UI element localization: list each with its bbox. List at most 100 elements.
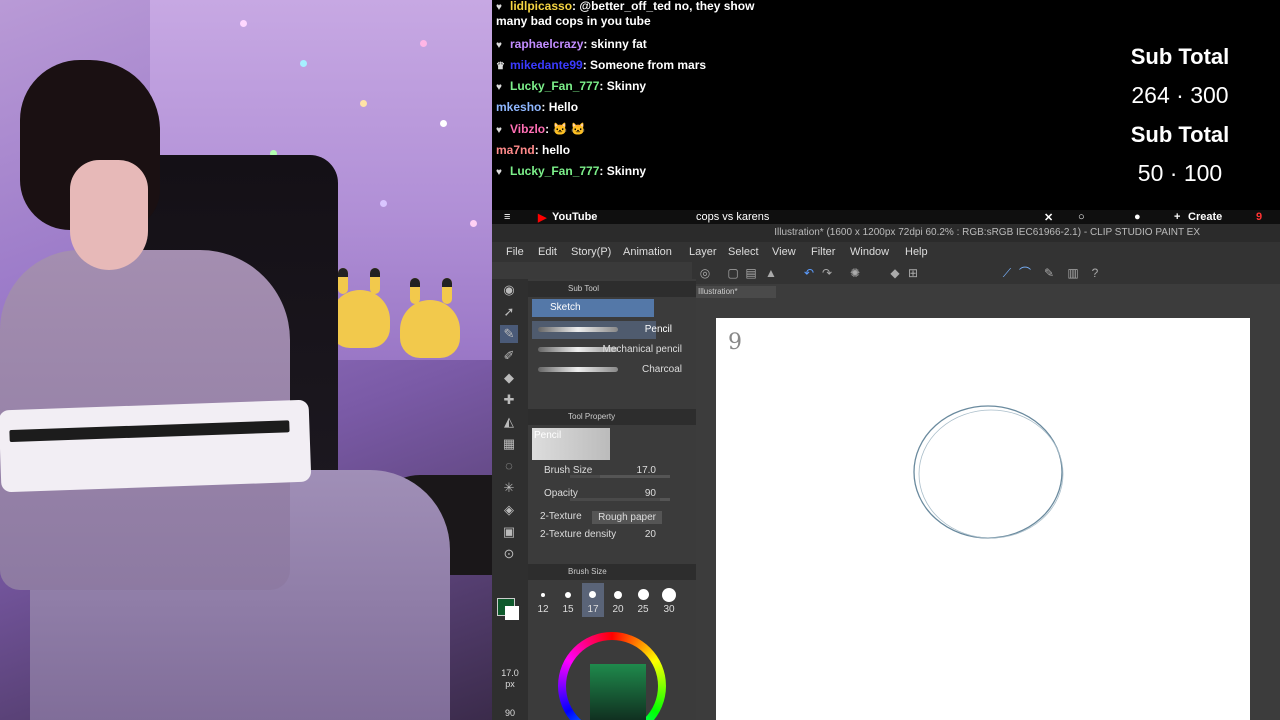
pen-pressure-icon[interactable]: ✎	[1042, 266, 1056, 280]
sub-tool-header: Sub Tool	[528, 281, 696, 297]
opacity-readout: 90	[504, 708, 515, 718]
menu-view[interactable]: View	[772, 246, 796, 258]
menu-select[interactable]: Select	[728, 246, 759, 258]
fairy-light	[300, 60, 307, 67]
fill-tool-icon[interactable]: ◭	[500, 413, 518, 431]
redo-icon[interactable]: ↷	[820, 266, 834, 280]
search-icon[interactable]: ○	[1078, 211, 1085, 223]
save-icon[interactable]: ▲	[764, 266, 778, 280]
size-label: 17	[587, 604, 599, 615]
menu-animation[interactable]: Animation	[623, 246, 672, 258]
menu-filter[interactable]: Filter	[811, 246, 835, 258]
fairy-light	[380, 200, 387, 207]
size-dot[interactable]	[541, 593, 545, 597]
youtube-logo-text[interactable]: YouTube	[552, 211, 597, 223]
chat-message: many bad cops in you tube	[496, 14, 651, 28]
help-icon[interactable]: ?	[1088, 266, 1102, 280]
document-tab[interactable]: Illustration*	[696, 286, 776, 298]
tool-property-header: Tool Property	[528, 409, 696, 425]
brush-size-row[interactable]: Brush Size 17.0	[528, 461, 696, 481]
tool-property-preview: Pencil	[532, 428, 610, 460]
command-bar: ◎ ▢ ▤ ▲ ↶ ↷ ✺ ◆ ⊞ ⟋ ⌒ ✎ ▥ ?	[692, 262, 1280, 284]
clipboard-icon[interactable]: ▥	[1066, 266, 1080, 280]
menu-story[interactable]: Story(P)	[571, 246, 611, 258]
open-file-icon[interactable]: ▤	[744, 266, 758, 280]
eraser-tool-icon[interactable]: ◆	[500, 369, 518, 387]
webcam-feed	[0, 0, 492, 720]
fill-icon[interactable]: ◆	[888, 266, 902, 280]
sub-total-value: 50 · 100	[1137, 160, 1223, 186]
tool-palette: ◉ ➚ ✎ ✐ ◆ ✚ ◭ ▦ ◌ ✳ ◈ ▣ ⊙ 17.0 px 90	[492, 279, 528, 720]
texture-density-row[interactable]: 2-Texture density 20	[528, 525, 696, 545]
menu-edit[interactable]: Edit	[538, 246, 557, 258]
brush-item-charcoal[interactable]: Charcoal	[532, 361, 682, 379]
menu-layer[interactable]: Layer	[689, 246, 717, 258]
drawing-canvas[interactable]: 9	[716, 318, 1250, 720]
auto-select-icon[interactable]: ✳	[500, 479, 518, 497]
create-icon[interactable]: +	[1174, 211, 1180, 223]
size-label: 30	[663, 604, 675, 615]
texture-row[interactable]: 2-Texture Rough paper	[528, 507, 696, 527]
menu-icon[interactable]: ≡	[504, 211, 510, 223]
sub-total-label: Sub Total	[1130, 44, 1230, 69]
loading-icon[interactable]: ✺	[848, 266, 862, 280]
brush-size-header: Brush Size	[528, 564, 696, 580]
brush-size-presets: 12 15 17 20 25 30	[528, 579, 696, 619]
brush-size-readout: 17.0	[501, 668, 519, 678]
ruler-snap-icon[interactable]: ⟋	[1000, 266, 1014, 280]
zoom-tool-icon[interactable]: ◉	[500, 281, 518, 299]
transform-icon[interactable]: ⊞	[906, 266, 920, 280]
size-label: 15	[562, 604, 574, 615]
clip-studio-window: Illustration* (1600 x 1200px 72dpi 60.2%…	[492, 224, 1280, 720]
fairy-light	[440, 120, 447, 127]
chat-message: ♥ lidlpicasso: @better_off_ted no, they s…	[496, 0, 755, 13]
mic-icon[interactable]: ●	[1134, 211, 1141, 223]
create-button[interactable]: Create	[1188, 211, 1222, 223]
sub-total-value: 264 · 300	[1131, 82, 1229, 108]
color-wheel[interactable]	[558, 632, 666, 720]
app-icon[interactable]: ◎	[698, 266, 712, 280]
size-label: 25	[637, 604, 649, 615]
lasso-tool-icon[interactable]: ◌	[500, 457, 518, 475]
sub-tool-group-sketch[interactable]: Sketch	[532, 299, 654, 317]
color-saturation-square[interactable]	[590, 664, 646, 720]
size-dot[interactable]	[565, 592, 571, 598]
pikachu-plush	[330, 268, 390, 348]
blend-tool-icon[interactable]: ✚	[500, 391, 518, 409]
brush-item-pencil[interactable]: Pencil	[532, 321, 672, 339]
menu-window[interactable]: Window	[850, 246, 889, 258]
notification-badge[interactable]: 9	[1256, 211, 1262, 223]
paint-bucket-icon[interactable]: ◈	[500, 501, 518, 519]
youtube-logo-icon[interactable]: ▶	[538, 211, 546, 224]
youtube-search-input[interactable]: cops vs karens	[696, 211, 769, 223]
size-dot[interactable]	[638, 589, 649, 600]
menu-help[interactable]: Help	[905, 246, 928, 258]
pencil-tool-icon[interactable]: ✎	[500, 325, 518, 343]
chat-message: ♛ mikedante99: Someone from mars	[496, 58, 707, 72]
clear-search-icon[interactable]: ✕	[1044, 211, 1053, 224]
chat-message: ♥ Lucky_Fan_777: Skinny	[496, 164, 647, 178]
window-title: Illustration* (1600 x 1200px 72dpi 60.2%…	[492, 224, 1280, 242]
chat-message: ♥ Lucky_Fan_777: Skinny	[496, 79, 647, 93]
size-dot[interactable]	[589, 591, 596, 598]
chat-message: ♥ raphaelcrazy: skinny fat	[496, 37, 647, 51]
menu-file[interactable]: File	[506, 246, 524, 258]
snap-curve-icon[interactable]: ⌒	[1018, 266, 1032, 280]
sub-total-label: Sub Total	[1130, 122, 1230, 147]
chat-message: ma7nd: hello	[496, 143, 571, 157]
size-dot[interactable]	[614, 591, 622, 599]
eyedropper-icon[interactable]: ⊙	[500, 545, 518, 563]
live-chat: ♥ lidlpicasso: @better_off_ted no, they s…	[492, 0, 1092, 210]
new-file-icon[interactable]: ▢	[726, 266, 740, 280]
operation-tool-icon[interactable]: ➚	[500, 303, 518, 321]
fairy-light	[470, 220, 477, 227]
figure-tool-icon[interactable]: ▦	[500, 435, 518, 453]
opacity-row[interactable]: Opacity 90	[528, 484, 696, 504]
undo-icon[interactable]: ↶	[802, 266, 816, 280]
streamer-face	[70, 160, 148, 270]
brush-tool-icon[interactable]: ✐	[500, 347, 518, 365]
sub-color-swatch[interactable]	[505, 606, 519, 620]
size-dot[interactable]	[662, 588, 676, 602]
brush-item-mechanical-pencil[interactable]: Mechanical pencil	[532, 341, 682, 359]
gradient-tool-icon[interactable]: ▣	[500, 523, 518, 541]
